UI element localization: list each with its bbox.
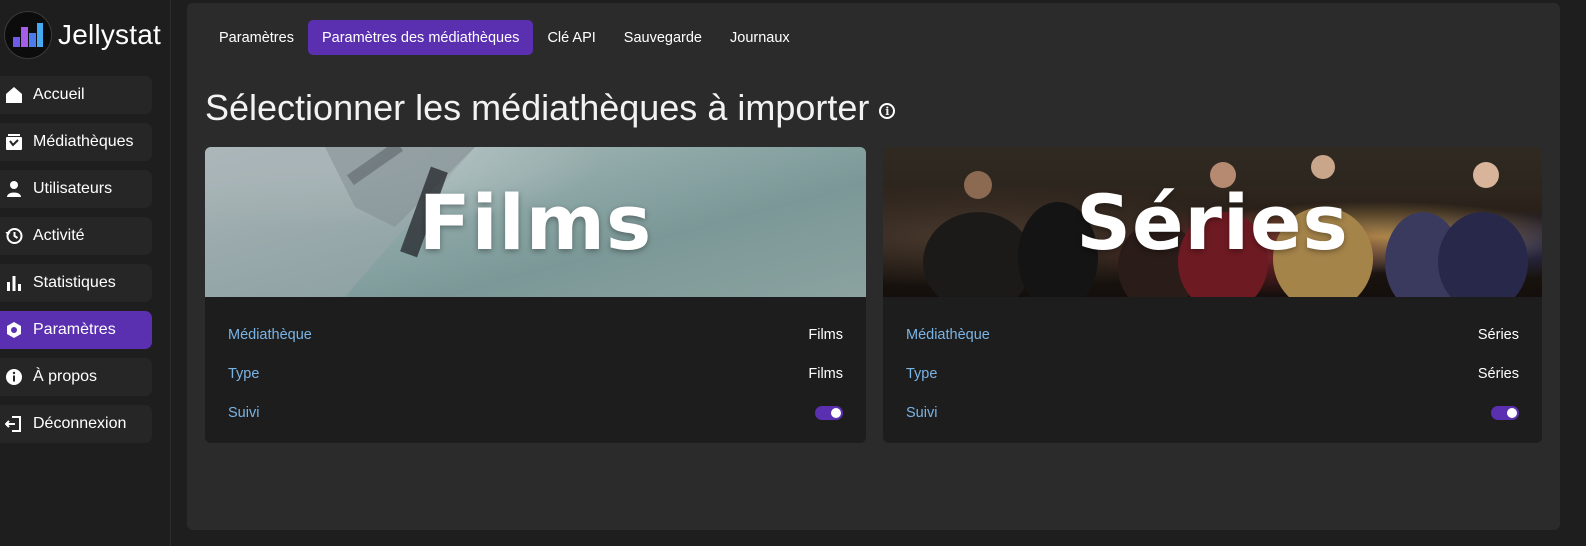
library-type-label: Type [228,365,260,382]
sidebar-item-mediatheques[interactable]: Médiathèques [0,123,152,161]
sidebar: Jellystat Accueil Médiathèques Utilisate… [0,0,171,546]
tracked-row: Suivi [906,393,1519,432]
sidebar-nav: Accueil Médiathèques Utilisateurs Activi… [0,76,152,452]
tab-journaux[interactable]: Journaux [716,20,804,55]
library-details: Médiathèque Films Type Films Suivi [205,297,866,432]
sidebar-item-parametres[interactable]: Paramètres [0,311,152,349]
type-row: Type Séries [906,354,1519,393]
library-row: Médiathèque Films [228,315,843,354]
library-card-films: Films Médiathèque Films Type Films Suivi [205,147,866,443]
sidebar-item-deconnexion[interactable]: Déconnexion [0,405,152,443]
library-details: Médiathèque Séries Type Séries Suivi [883,297,1542,432]
library-card-series: Séries Médiathèque Séries Type Séries Su… [883,147,1542,443]
tab-parametres-mediatheques[interactable]: Paramètres des médiathèques [307,20,534,55]
tracked-toggle[interactable] [1491,405,1519,420]
history-icon [4,226,24,246]
library-type-value: Séries [1477,365,1519,382]
library-banner-title: Séries [1076,177,1349,267]
sidebar-item-label: Médiathèques [33,133,134,150]
library-banner-title: Films [418,177,653,267]
app-root: Jellystat Accueil Médiathèques Utilisate… [0,0,1586,546]
info-tooltip-icon[interactable]: i [879,103,896,119]
sidebar-item-activite[interactable]: Activité [0,217,152,255]
settings-hex-icon [4,320,24,340]
sidebar-item-label: Utilisateurs [33,180,113,197]
tab-sauvegarde[interactable]: Sauvegarde [610,20,716,55]
library-name-label: Médiathèque [228,326,312,343]
library-name-label: Médiathèque [906,326,990,343]
library-name-value: Films [808,326,843,343]
sidebar-item-accueil[interactable]: Accueil [0,76,152,114]
logout-icon [4,414,24,434]
sidebar-item-a-propos[interactable]: À propos [0,358,152,396]
library-banner: Films [205,147,866,297]
brand[interactable]: Jellystat [4,10,161,60]
info-icon [4,367,24,387]
settings-tabs: Paramètres Paramètres des médiathèques C… [205,20,804,55]
sidebar-item-label: À propos [33,368,98,385]
sidebar-item-label: Activité [33,227,85,244]
sidebar-item-label: Accueil [33,86,85,103]
tracked-label: Suivi [906,404,938,421]
type-row: Type Films [228,354,843,393]
sidebar-item-label: Déconnexion [33,415,127,432]
brand-name: Jellystat [58,19,161,50]
main-panel: Paramètres Paramètres des médiathèques C… [187,3,1560,530]
tab-parametres[interactable]: Paramètres [205,20,308,55]
tab-cle-api[interactable]: Clé API [533,20,609,55]
library-type-label: Type [906,365,938,382]
sidebar-item-statistiques[interactable]: Statistiques [0,264,152,302]
tracked-toggle[interactable] [815,405,843,420]
stats-icon [4,273,24,293]
library-row: Médiathèque Séries [906,315,1519,354]
bar-chart-logo-icon [4,11,52,59]
tracked-label: Suivi [228,404,260,421]
user-icon [4,179,24,199]
sidebar-item-label: Statistiques [33,274,116,291]
page-title: Sélectionner les médiathèques à importer… [205,87,896,129]
library-icon [4,132,24,152]
library-name-value: Séries [1477,326,1519,343]
sidebar-item-utilisateurs[interactable]: Utilisateurs [0,170,152,208]
home-icon [4,85,24,105]
sidebar-item-label: Paramètres [33,321,116,338]
library-banner: Séries [883,147,1542,297]
library-type-value: Films [808,365,843,382]
page-title-text: Sélectionner les médiathèques à importer [205,87,870,128]
tracked-row: Suivi [228,393,843,432]
